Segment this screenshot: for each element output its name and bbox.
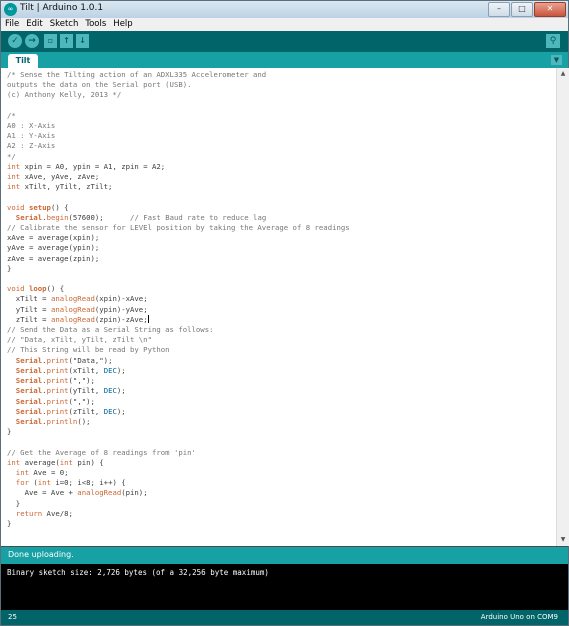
new-file-icon: ▫	[47, 36, 54, 45]
triangle-down-icon: ▼	[553, 56, 560, 64]
tab-tilt[interactable]: Tilt	[8, 54, 38, 68]
title-bar: ∞ Tilt | Arduino 1.0.1 – □ ✕	[1, 1, 568, 18]
menu-help[interactable]: Help	[109, 18, 135, 31]
open-icon: ↑	[63, 36, 70, 45]
new-button[interactable]: ▫	[44, 34, 57, 48]
checkmark-icon: ✓	[11, 36, 19, 46]
open-button[interactable]: ↑	[60, 34, 73, 48]
magnifier-icon: ⚲	[549, 36, 557, 46]
text-cursor	[147, 314, 149, 323]
console-output: Binary sketch size: 2,726 bytes (of a 32…	[1, 564, 568, 610]
sketch-code[interactable]: /* Sense the Tilting action of an ADXL33…	[7, 70, 350, 529]
close-button[interactable]: ✕	[534, 2, 566, 17]
arrow-right-icon: →	[28, 36, 36, 46]
tab-menu-button[interactable]: ▼	[551, 55, 562, 65]
menu-tools[interactable]: Tools	[81, 18, 109, 31]
code-editor[interactable]: /* Sense the Tilting action of an ADXL33…	[1, 68, 556, 546]
line-number: 25	[8, 613, 17, 621]
arduino-window: ∞ Tilt | Arduino 1.0.1 – □ ✕ File Edit S…	[0, 0, 569, 626]
menu-file[interactable]: File	[1, 18, 22, 31]
window-controls: – □ ✕	[488, 2, 566, 17]
menu-bar: File Edit Sketch Tools Help	[1, 18, 568, 31]
upload-button[interactable]: →	[25, 34, 39, 48]
menu-edit[interactable]: Edit	[22, 18, 45, 31]
menu-sketch[interactable]: Sketch	[46, 18, 82, 31]
scroll-down-icon[interactable]: ▼	[558, 535, 568, 545]
scroll-up-icon[interactable]: ▲	[558, 69, 568, 79]
status-bar: Done uploading.	[1, 547, 568, 564]
maximize-button[interactable]: □	[511, 2, 533, 17]
minimize-button[interactable]: –	[488, 2, 510, 17]
save-icon: ↓	[79, 36, 86, 45]
board-port-label: Arduino Uno on COM9	[480, 613, 558, 621]
console-text: Binary sketch size: 2,726 bytes (of a 32…	[7, 568, 269, 577]
footer-bar: 25 Arduino Uno on COM9	[1, 610, 568, 625]
verify-button[interactable]: ✓	[8, 34, 22, 48]
tab-bar: Tilt ▼	[1, 52, 568, 68]
status-message: Done uploading.	[8, 550, 74, 559]
arduino-logo-icon: ∞	[4, 3, 17, 16]
save-button[interactable]: ↓	[76, 34, 89, 48]
toolbar: ✓ → ▫ ↑ ↓ ⚲	[1, 31, 568, 52]
window-title: Tilt | Arduino 1.0.1	[20, 3, 104, 13]
editor-scrollbar[interactable]: ▲ ▼	[556, 68, 569, 546]
serial-monitor-button[interactable]: ⚲	[546, 34, 560, 48]
